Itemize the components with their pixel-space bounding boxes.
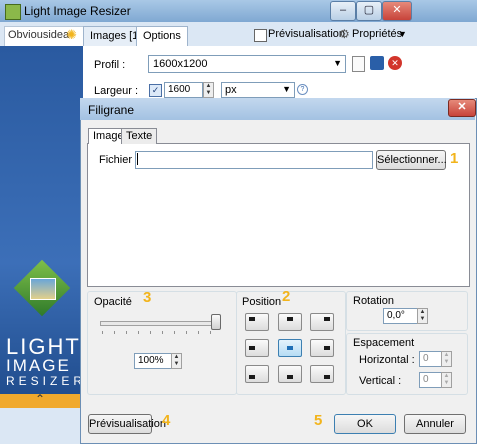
marker-icon bbox=[249, 346, 255, 350]
profile-value: 1600x1200 bbox=[153, 58, 208, 70]
app-icon bbox=[5, 4, 21, 20]
position-bottom-center-button[interactable] bbox=[278, 365, 302, 383]
vertical-spinner[interactable]: ▲ ▼ bbox=[441, 372, 452, 388]
horizontal-spinner[interactable]: ▲ ▼ bbox=[441, 351, 452, 367]
file-input[interactable] bbox=[135, 151, 373, 169]
position-bottom-right-button[interactable] bbox=[310, 365, 334, 383]
width-spinner[interactable]: ▲ ▼ bbox=[203, 82, 214, 98]
slider-tick bbox=[150, 331, 151, 334]
delete-icon[interactable]: ✕ bbox=[388, 56, 402, 70]
obviousidea-logo: Obviousidea bbox=[8, 29, 70, 41]
rotation-spinner[interactable]: ▲ ▼ bbox=[417, 308, 428, 324]
horizontal-input[interactable]: 0 bbox=[419, 351, 442, 367]
width-label: Largeur : bbox=[94, 85, 139, 97]
horizontal-label: Horizontal : bbox=[359, 354, 415, 366]
opacity-slider-thumb[interactable] bbox=[211, 314, 221, 330]
marker-icon bbox=[287, 375, 293, 379]
ok-button[interactable]: OK bbox=[334, 414, 396, 434]
vertical-input[interactable]: 0 bbox=[419, 372, 442, 388]
chevron-down-icon: ▼ bbox=[282, 84, 291, 94]
callout-1: 1 bbox=[450, 150, 459, 167]
marker-icon bbox=[324, 317, 330, 321]
profile-select[interactable]: 1600x1200 ▼ bbox=[148, 55, 346, 73]
maximize-button[interactable]: ▢ bbox=[356, 1, 382, 21]
tab-text[interactable]: Texte bbox=[121, 128, 158, 144]
slider-tick bbox=[210, 331, 211, 334]
save-icon[interactable] bbox=[370, 56, 384, 70]
callout-2: 2 bbox=[282, 288, 291, 305]
select-file-button[interactable]: Sélectionner... bbox=[376, 150, 447, 170]
callout-3: 3 bbox=[143, 289, 152, 306]
position-top-right-button[interactable] bbox=[310, 313, 334, 331]
new-profile-icon[interactable] bbox=[352, 56, 365, 72]
unit-value: px bbox=[225, 84, 237, 96]
gear-icon: ⚙ bbox=[339, 27, 350, 41]
profile-label: Profil : bbox=[94, 59, 126, 71]
dialog-close-button[interactable]: ✕ bbox=[448, 99, 476, 117]
chevron-down-icon: ▼ bbox=[333, 58, 342, 68]
banner-word-resizer: RESIZER bbox=[6, 374, 87, 388]
slider-tick bbox=[174, 331, 175, 334]
preview-button[interactable]: Prévisualisation bbox=[88, 414, 166, 434]
slider-tick bbox=[102, 331, 103, 334]
slider-tick bbox=[198, 331, 199, 334]
opacity-label: Opacité bbox=[93, 296, 133, 308]
slider-tick bbox=[186, 331, 187, 334]
rotation-input[interactable]: 0,0° bbox=[383, 308, 418, 324]
vertical-label: Vertical : bbox=[359, 375, 402, 387]
position-bottom-left-button[interactable] bbox=[245, 365, 269, 383]
banner-word-image: IMAGE bbox=[6, 356, 71, 375]
marker-icon bbox=[287, 317, 293, 321]
dialog-title: Filigrane bbox=[88, 103, 135, 117]
callout-4: 4 bbox=[162, 412, 171, 429]
lightbulb-icon: ✺ bbox=[66, 27, 77, 42]
photo-icon bbox=[30, 278, 56, 300]
properties-link[interactable]: Propriétés bbox=[352, 28, 402, 40]
marker-icon bbox=[324, 346, 330, 350]
text-cursor bbox=[137, 153, 138, 165]
marker-icon bbox=[287, 346, 293, 350]
opacity-input[interactable]: 100% bbox=[134, 353, 175, 369]
minimize-button[interactable]: – bbox=[330, 1, 356, 21]
position-top-center-button[interactable] bbox=[278, 313, 302, 331]
main-window-title: Light Image Resizer bbox=[24, 4, 131, 18]
preview-icon bbox=[254, 29, 267, 42]
help-icon[interactable]: ? bbox=[297, 84, 308, 95]
callout-5: 5 bbox=[314, 412, 323, 429]
chevron-up-icon[interactable]: ⌃ bbox=[35, 392, 45, 406]
tab-options[interactable]: Options bbox=[136, 26, 188, 46]
chevron-down-icon[interactable]: ▼ bbox=[398, 29, 407, 39]
position-middle-right-button[interactable] bbox=[310, 339, 334, 357]
position-middle-left-button[interactable] bbox=[245, 339, 269, 357]
unit-select[interactable]: px ▼ bbox=[221, 82, 295, 98]
marker-icon bbox=[249, 317, 255, 321]
preview-link[interactable]: Prévisualisation bbox=[268, 28, 345, 40]
slider-tick bbox=[114, 331, 115, 334]
marker-icon bbox=[249, 375, 255, 379]
position-top-left-button[interactable] bbox=[245, 313, 269, 331]
rotation-label: Rotation bbox=[352, 295, 395, 307]
position-center-button[interactable] bbox=[278, 339, 302, 357]
file-label: Fichier : bbox=[99, 154, 139, 166]
position-label: Position bbox=[241, 296, 283, 308]
width-input[interactable]: 1600 bbox=[164, 82, 203, 98]
cancel-button[interactable]: Annuler bbox=[404, 414, 466, 434]
dialog-titlebar bbox=[80, 98, 475, 120]
width-checkbox[interactable]: ✓ bbox=[149, 84, 162, 97]
marker-icon bbox=[324, 375, 330, 379]
main-close-button[interactable]: ✕ bbox=[382, 1, 412, 21]
opacity-spinner[interactable]: ▲ ▼ bbox=[171, 353, 182, 369]
slider-tick bbox=[138, 331, 139, 334]
slider-tick bbox=[126, 331, 127, 334]
slider-tick bbox=[162, 331, 163, 334]
spacing-label: Espacement bbox=[352, 337, 416, 349]
opacity-slider-track[interactable] bbox=[100, 321, 220, 326]
